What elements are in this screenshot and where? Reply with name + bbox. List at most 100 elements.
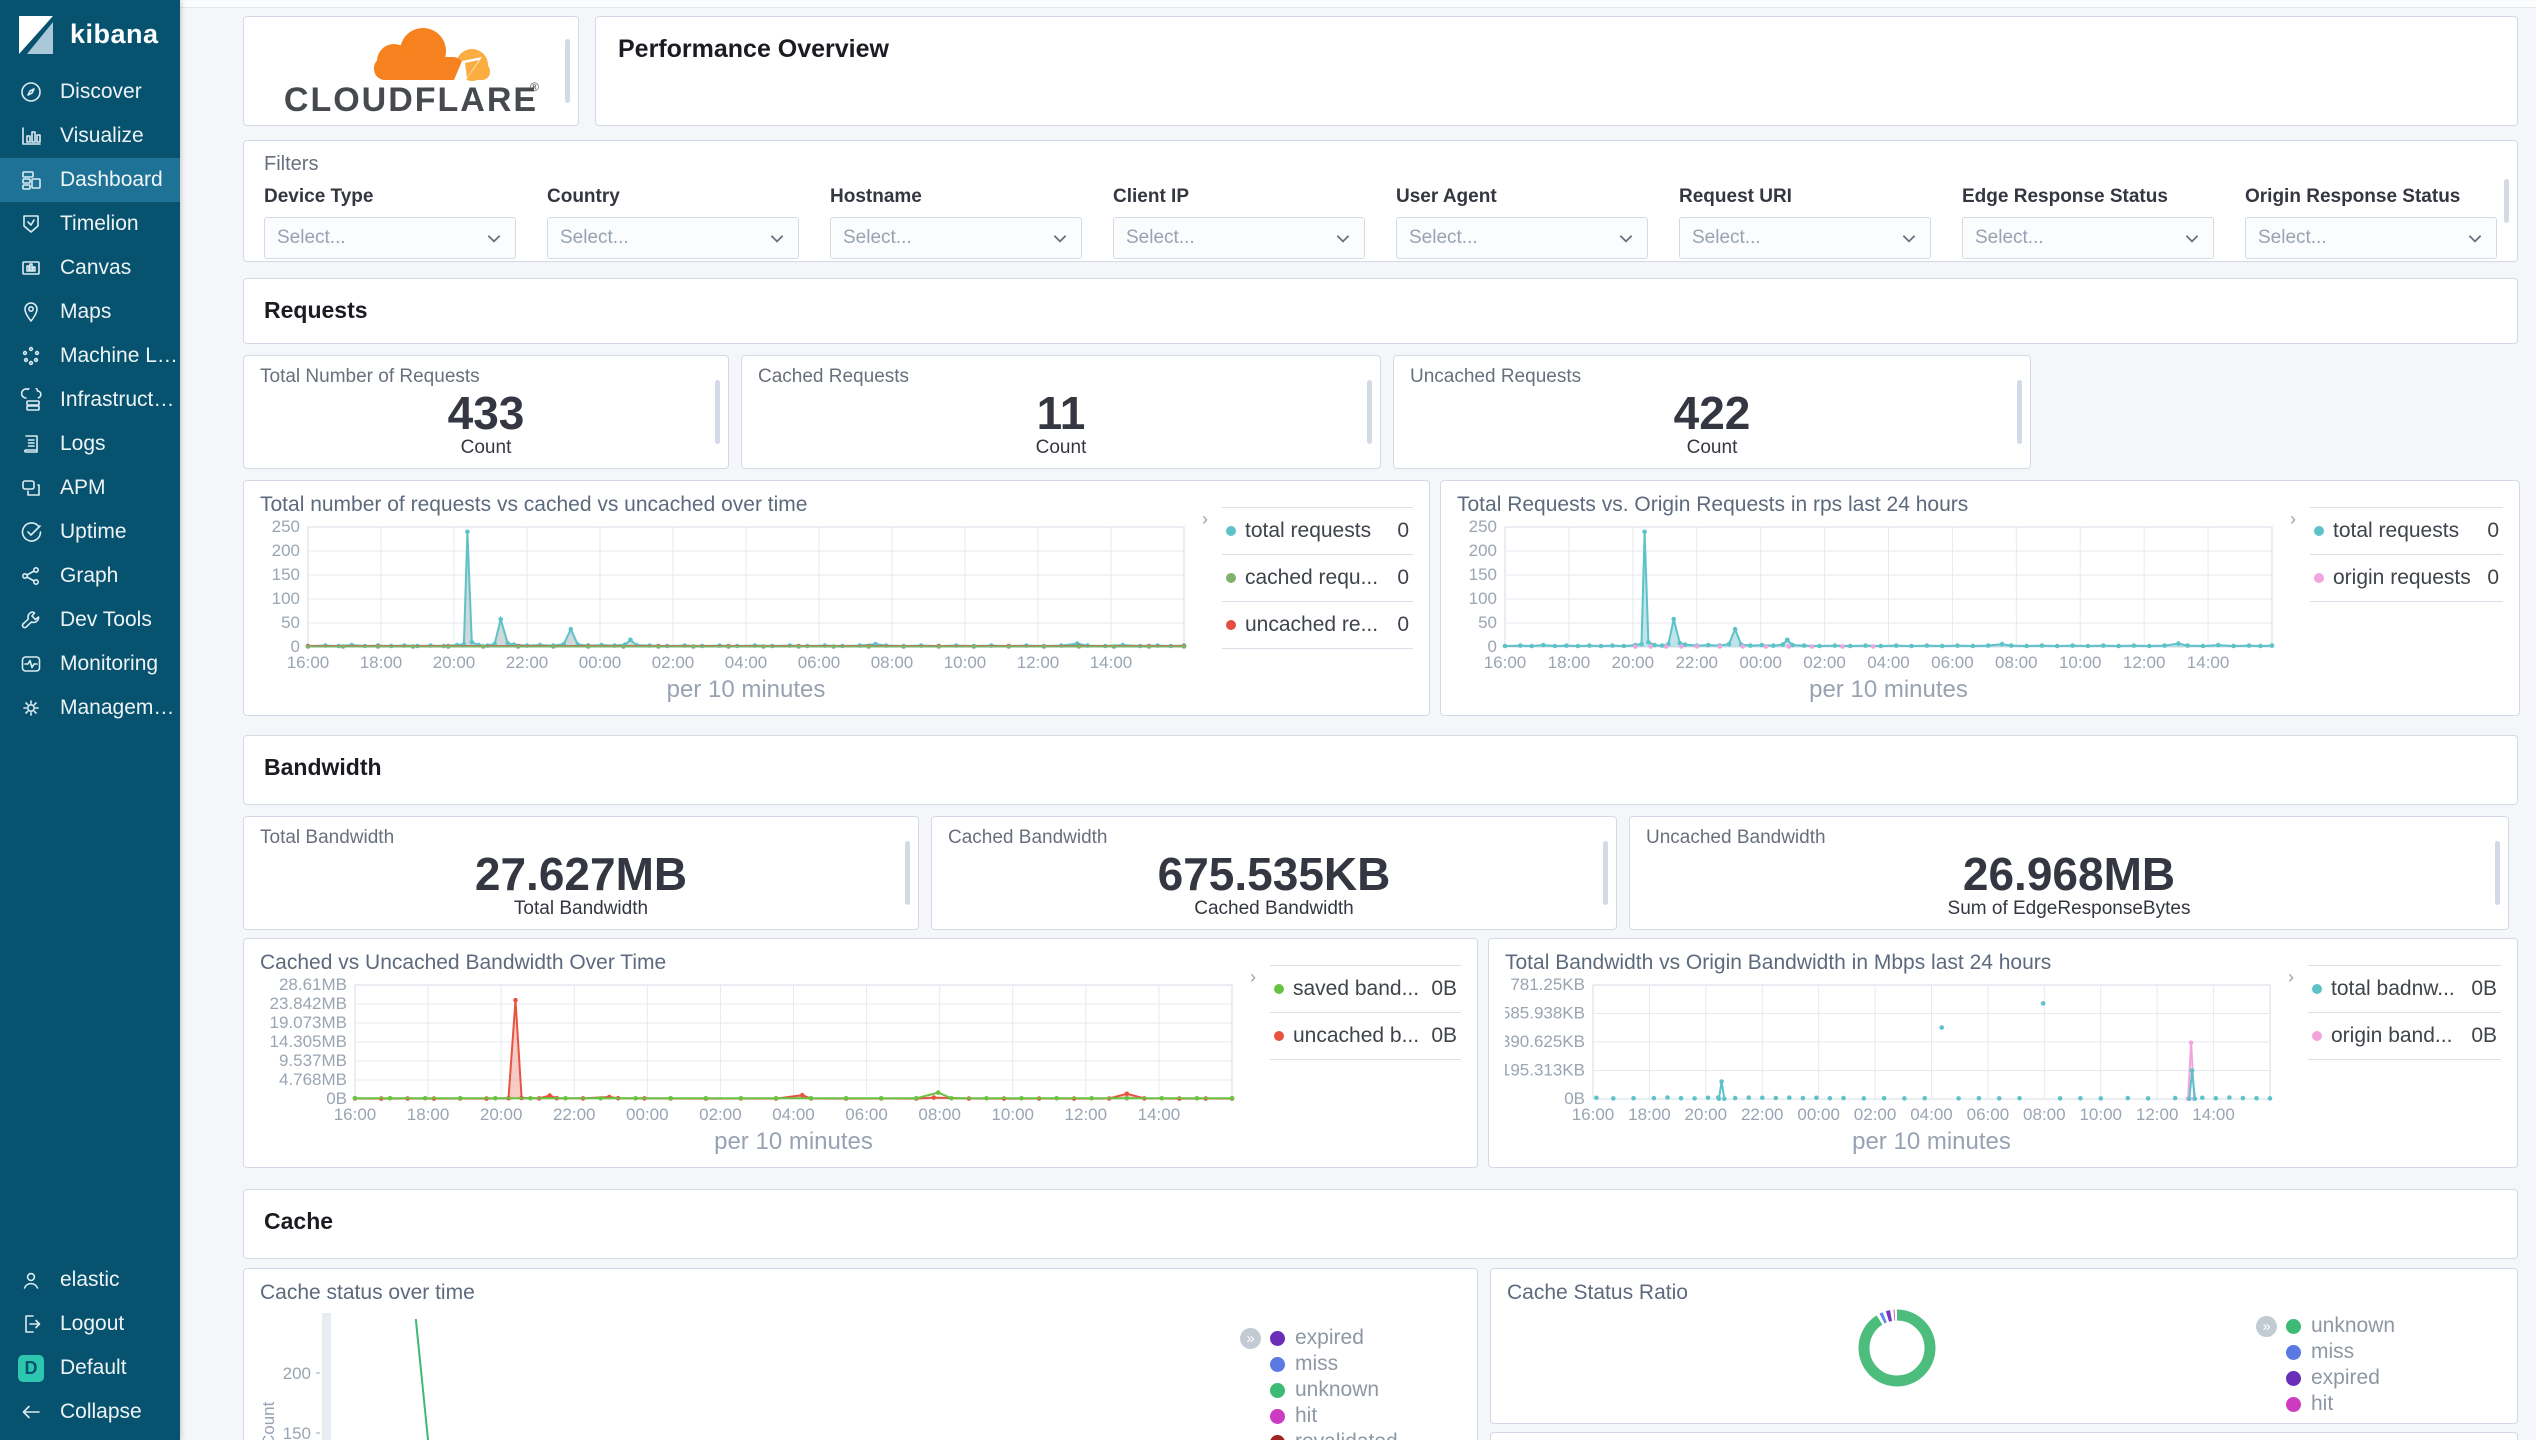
svg-text:20:00: 20:00 <box>1685 1105 1728 1124</box>
filter-select-user-agent[interactable]: Select... <box>1396 217 1648 259</box>
user-icon <box>18 1267 44 1293</box>
legend-item-miss[interactable]: miss <box>2286 1339 2501 1365</box>
legend-expand-icon[interactable]: » <box>2256 1315 2277 1337</box>
requests-vs-origin-chart[interactable]: 0 50 100 150 200 250 16:00 18:00 20:00 22:00 00:00… <box>1457 519 2288 705</box>
legend-item-origin-requests[interactable]: origin requests 0 <box>2310 554 2503 602</box>
filter-field-country: Country Select... <box>547 186 799 259</box>
legend-item-uncached-b[interactable]: uncached b... 0B <box>1270 1012 1461 1060</box>
sidebar-item-elastic[interactable]: elastic <box>0 1258 180 1302</box>
sidebar-item-dashboard[interactable]: Dashboard <box>0 158 180 202</box>
filter-select-hostname[interactable]: Select... <box>830 217 1082 259</box>
requests-over-time-chart[interactable]: 0 50 100 150 200 250 16:00 18:00 20:00 22:00 00:00… <box>260 519 1200 705</box>
sidebar-item-default[interactable]: D Default <box>0 1346 180 1390</box>
panel-resize-handle[interactable] <box>2017 380 2022 444</box>
sidebar-item-dev-tools[interactable]: Dev Tools <box>0 598 180 642</box>
legend-toggle-icon[interactable]: › <box>1202 509 1208 530</box>
chevron-down-icon <box>2468 235 2482 243</box>
panel-resize-handle[interactable] <box>1367 380 1372 444</box>
panel-resize-handle[interactable] <box>905 841 910 905</box>
legend-toggle-icon[interactable]: › <box>2288 967 2294 988</box>
legend-item-total-badnw[interactable]: total badnw... 0B <box>2308 965 2501 1012</box>
legend-item-hit[interactable]: hit <box>1270 1403 1461 1429</box>
sidebar-item-uptime[interactable]: Uptime <box>0 510 180 554</box>
filter-select-country[interactable]: Select... <box>547 217 799 259</box>
sidebar-item-monitoring[interactable]: Monitoring <box>0 642 180 686</box>
legend-item-expired[interactable]: expired <box>2286 1365 2501 1391</box>
svg-text:20:00: 20:00 <box>433 653 476 672</box>
space-default-badge: D <box>18 1354 44 1382</box>
sidebar-item-machine-le[interactable]: Machine Le... <box>0 334 180 378</box>
metric-title: Total Number of Requests <box>260 366 480 387</box>
legend-item-hit[interactable]: hit <box>2286 1391 2501 1417</box>
panel-resize-handle[interactable] <box>2495 841 2500 905</box>
filter-select-request-uri[interactable]: Select... <box>1679 217 1931 259</box>
legend-toggle-icon[interactable]: › <box>1250 967 1256 988</box>
svg-text:02:00: 02:00 <box>652 653 695 672</box>
cache-status-ratio-donut[interactable] <box>1822 1278 1972 1410</box>
sidebar-item-canvas[interactable]: Canvas <box>0 246 180 290</box>
legend-toggle-icon[interactable]: › <box>2290 509 2296 530</box>
sidebar-item-apm[interactable]: APM <box>0 466 180 510</box>
svg-text:200: 200 <box>1469 541 1497 560</box>
sidebar-item-management[interactable]: Management <box>0 686 180 730</box>
metric-card-total-bandwidth: Total Bandwidth 27.627MB Total Bandwidth <box>243 816 919 930</box>
panel-resize-handle[interactable] <box>1603 841 1608 905</box>
legend-item-origin-band[interactable]: origin band... 0B <box>2308 1012 2501 1060</box>
monitoring-icon <box>18 651 44 677</box>
metric-title: Total Bandwidth <box>260 827 395 848</box>
chart-title: Cached vs Uncached Bandwidth Over Time <box>260 951 667 974</box>
requests-section-header: Requests <box>243 278 2518 344</box>
sidebar-item-logs[interactable]: Logs <box>0 422 180 466</box>
sidebar-item-visualize[interactable]: Visualize <box>0 114 180 158</box>
sidebar-item-maps[interactable]: Maps <box>0 290 180 334</box>
legend-item-total-requests[interactable]: total requests 0 <box>2310 507 2503 554</box>
cached-vs-uncached-bandwidth-chart[interactable]: 0B 4.768MB 9.537MB 14.305MB 19.073MB 23.842MB… <box>260 977 1248 1157</box>
legend-item-unknown[interactable]: unknown <box>1270 1377 1461 1403</box>
legend-item-unknown[interactable]: unknown » <box>2256 1313 2501 1339</box>
svg-text:14:00: 14:00 <box>1138 1105 1181 1124</box>
sidebar-item-collapse[interactable]: Collapse <box>0 1390 180 1434</box>
svg-text:per 10 minutes: per 10 minutes <box>1852 1128 2011 1155</box>
legend-item-total-requests[interactable]: total requests 0 <box>1222 507 1413 554</box>
legend-color-dot <box>1226 573 1236 583</box>
svg-text:14:00: 14:00 <box>2187 653 2230 672</box>
filter-select-edge-response-status[interactable]: Select... <box>1962 217 2214 259</box>
panel-resize-handle[interactable] <box>2504 179 2509 223</box>
kibana-logo-icon <box>19 16 53 54</box>
legend-color-dot <box>2286 1318 2301 1334</box>
filter-select-device-type[interactable]: Select... <box>264 217 516 259</box>
metric-value: 433 <box>447 387 525 439</box>
legend-item-revalidated[interactable]: revalidated <box>1270 1429 1461 1440</box>
legend-item-uncached-re[interactable]: uncached re... 0 <box>1222 601 1413 649</box>
filter-field-edge-response-status: Edge Response Status Select... <box>1962 186 2214 259</box>
legend-item-miss[interactable]: miss <box>1270 1351 1461 1377</box>
legend-item-expired[interactable]: expired » <box>1240 1325 1461 1351</box>
sidebar-item-timelion[interactable]: Timelion <box>0 202 180 246</box>
svg-text:19.073MB: 19.073MB <box>270 1013 348 1032</box>
total-vs-origin-bandwidth-chart[interactable]: 0B 195.313KB 390.625KB 585.938KB 781.25KB 16:… <box>1505 977 2286 1157</box>
kibana-logo[interactable]: kibana <box>0 0 180 70</box>
metric-label: Count <box>1686 437 1738 459</box>
cache-section-header: Cache <box>243 1189 2518 1259</box>
panel-resize-handle[interactable] <box>715 380 720 444</box>
panel-resize-handle[interactable] <box>565 39 570 103</box>
filters-title: Filters <box>264 153 319 175</box>
filter-select-client-ip[interactable]: Select... <box>1113 217 1365 259</box>
svg-text:22:00: 22:00 <box>553 1105 596 1124</box>
legend-item-saved-band[interactable]: saved band... 0B <box>1270 965 1461 1012</box>
section-title-cache: Cache <box>264 1208 334 1234</box>
metric-label: Count <box>460 437 512 459</box>
legend-item-cached-requ[interactable]: cached requ... 0 <box>1222 554 1413 601</box>
chart-panel-requests-vs-origin: Total Requests vs. Origin Requests in rp… <box>1440 480 2520 716</box>
sidebar-item-logout[interactable]: Logout <box>0 1302 180 1346</box>
legend-expand-icon[interactable]: » <box>1240 1327 1261 1349</box>
chart-panel-cache-status: Cache status over time 200 150 Count expir… <box>243 1268 1478 1440</box>
sidebar-item-discover[interactable]: Discover <box>0 70 180 114</box>
filter-select-origin-response-status[interactable]: Select... <box>2245 217 2497 259</box>
svg-text:200: 200 <box>283 1364 311 1383</box>
sidebar-item-graph[interactable]: Graph <box>0 554 180 598</box>
chart-legend: › saved band... 0B uncached b... 0B <box>1248 951 1461 1155</box>
svg-text:18:00: 18:00 <box>1628 1105 1671 1124</box>
cache-status-over-time-chart[interactable]: 200 150 Count <box>260 1307 1248 1440</box>
sidebar-item-infrastructure[interactable]: Infrastructure <box>0 378 180 422</box>
